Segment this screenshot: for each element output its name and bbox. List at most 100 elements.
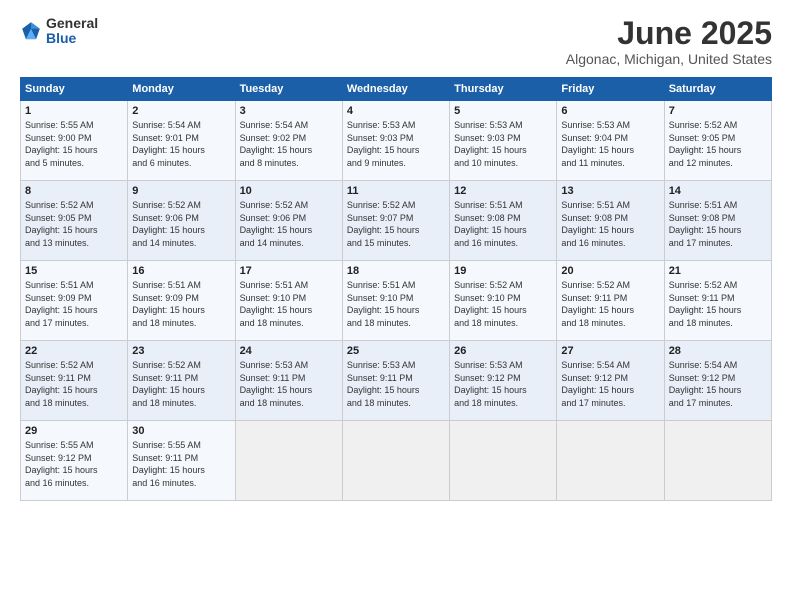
day-info: Sunrise: 5:55 AM Sunset: 9:11 PM Dayligh… [132, 439, 230, 489]
calendar-cell: 6Sunrise: 5:53 AM Sunset: 9:04 PM Daylig… [557, 101, 664, 181]
day-info: Sunrise: 5:51 AM Sunset: 9:08 PM Dayligh… [454, 199, 552, 249]
main-title: June 2025 [566, 16, 772, 51]
calendar-cell: 7 Sunrise: 5:52 AM Sunset: 9:05 PM Daylig… [664, 101, 771, 181]
day-number: 15 [25, 265, 123, 277]
calendar-cell: 22 Sunrise: 5:52 AM Sunset: 9:11 PM Dayli… [21, 341, 128, 421]
day-info: Sunrise: 5:52 AM Sunset: 9:10 PM Dayligh… [454, 279, 552, 329]
calendar-cell: 1Sunrise: 5:55 AM Sunset: 9:00 PM Daylig… [21, 101, 128, 181]
weekday-header: Wednesday [342, 78, 449, 101]
logo: General Blue [20, 16, 98, 47]
calendar-cell [342, 421, 449, 501]
logo-general: General [46, 16, 98, 31]
logo-icon [20, 20, 42, 42]
calendar-week-row: 1Sunrise: 5:55 AM Sunset: 9:00 PM Daylig… [21, 101, 772, 181]
day-info: Sunrise: 5:52 AM Sunset: 9:05 PM Dayligh… [25, 199, 123, 249]
calendar-cell: 10 Sunrise: 5:52 AM Sunset: 9:06 PM Dayli… [235, 181, 342, 261]
day-info: Sunrise: 5:53 AM Sunset: 9:04 PM Dayligh… [561, 119, 659, 169]
calendar-week-row: 8 Sunrise: 5:52 AM Sunset: 9:05 PM Daylig… [21, 181, 772, 261]
day-info: Sunrise: 5:53 AM Sunset: 9:11 PM Dayligh… [240, 359, 338, 409]
page: General Blue June 2025 Algonac, Michigan… [0, 0, 792, 612]
calendar-cell: 4 Sunrise: 5:53 AM Sunset: 9:03 PM Daylig… [342, 101, 449, 181]
day-info: Sunrise: 5:54 AM Sunset: 9:12 PM Dayligh… [561, 359, 659, 409]
calendar-cell [235, 421, 342, 501]
day-info: Sunrise: 5:52 AM Sunset: 9:07 PM Dayligh… [347, 199, 445, 249]
day-number: 26 [454, 345, 552, 357]
calendar-cell: 5Sunrise: 5:53 AM Sunset: 9:03 PM Daylig… [450, 101, 557, 181]
day-number: 28 [669, 345, 767, 357]
day-info: Sunrise: 5:54 AM Sunset: 9:01 PM Dayligh… [132, 119, 230, 169]
title-block: June 2025 Algonac, Michigan, United Stat… [566, 16, 772, 67]
day-info: Sunrise: 5:55 AM Sunset: 9:12 PM Dayligh… [25, 439, 123, 489]
calendar-header-row: SundayMondayTuesdayWednesdayThursdayFrid… [21, 78, 772, 101]
calendar-cell: 9Sunrise: 5:52 AM Sunset: 9:06 PM Daylig… [128, 181, 235, 261]
day-info: Sunrise: 5:53 AM Sunset: 9:11 PM Dayligh… [347, 359, 445, 409]
day-number: 30 [132, 425, 230, 437]
day-number: 4 [347, 105, 445, 117]
day-info: Sunrise: 5:52 AM Sunset: 9:06 PM Dayligh… [132, 199, 230, 249]
day-info: Sunrise: 5:52 AM Sunset: 9:11 PM Dayligh… [561, 279, 659, 329]
logo-text: General Blue [46, 16, 98, 47]
day-info: Sunrise: 5:52 AM Sunset: 9:11 PM Dayligh… [25, 359, 123, 409]
weekday-header: Monday [128, 78, 235, 101]
day-number: 20 [561, 265, 659, 277]
day-number: 24 [240, 345, 338, 357]
day-info: Sunrise: 5:51 AM Sunset: 9:08 PM Dayligh… [669, 199, 767, 249]
calendar-table: SundayMondayTuesdayWednesdayThursdayFrid… [20, 77, 772, 501]
weekday-header: Sunday [21, 78, 128, 101]
day-number: 22 [25, 345, 123, 357]
calendar-cell: 30 Sunrise: 5:55 AM Sunset: 9:11 PM Dayli… [128, 421, 235, 501]
calendar-cell: 2Sunrise: 5:54 AM Sunset: 9:01 PM Daylig… [128, 101, 235, 181]
subtitle: Algonac, Michigan, United States [566, 51, 772, 67]
day-number: 19 [454, 265, 552, 277]
calendar-cell: 12 Sunrise: 5:51 AM Sunset: 9:08 PM Dayli… [450, 181, 557, 261]
calendar-cell: 25 Sunrise: 5:53 AM Sunset: 9:11 PM Dayli… [342, 341, 449, 421]
day-number: 21 [669, 265, 767, 277]
calendar-cell: 13 Sunrise: 5:51 AM Sunset: 9:08 PM Dayli… [557, 181, 664, 261]
day-info: Sunrise: 5:55 AM Sunset: 9:00 PM Dayligh… [25, 119, 123, 169]
calendar-week-row: 22 Sunrise: 5:52 AM Sunset: 9:11 PM Dayli… [21, 341, 772, 421]
day-info: Sunrise: 5:52 AM Sunset: 9:11 PM Dayligh… [669, 279, 767, 329]
weekday-header: Thursday [450, 78, 557, 101]
calendar-cell [450, 421, 557, 501]
calendar-cell: 23 Sunrise: 5:52 AM Sunset: 9:11 PM Dayli… [128, 341, 235, 421]
day-info: Sunrise: 5:52 AM Sunset: 9:05 PM Dayligh… [669, 119, 767, 169]
calendar-cell: 15 Sunrise: 5:51 AM Sunset: 9:09 PM Dayli… [21, 261, 128, 341]
day-info: Sunrise: 5:53 AM Sunset: 9:03 PM Dayligh… [454, 119, 552, 169]
day-number: 12 [454, 185, 552, 197]
weekday-header: Saturday [664, 78, 771, 101]
day-number: 8 [25, 185, 123, 197]
day-info: Sunrise: 5:54 AM Sunset: 9:02 PM Dayligh… [240, 119, 338, 169]
day-number: 17 [240, 265, 338, 277]
day-number: 11 [347, 185, 445, 197]
day-info: Sunrise: 5:53 AM Sunset: 9:03 PM Dayligh… [347, 119, 445, 169]
header: General Blue June 2025 Algonac, Michigan… [20, 16, 772, 67]
day-number: 23 [132, 345, 230, 357]
calendar-cell: 18Sunrise: 5:51 AM Sunset: 9:10 PM Dayli… [342, 261, 449, 341]
day-info: Sunrise: 5:51 AM Sunset: 9:09 PM Dayligh… [132, 279, 230, 329]
calendar-cell: 21 Sunrise: 5:52 AM Sunset: 9:11 PM Dayli… [664, 261, 771, 341]
day-info: Sunrise: 5:52 AM Sunset: 9:06 PM Dayligh… [240, 199, 338, 249]
calendar-cell: 14Sunrise: 5:51 AM Sunset: 9:08 PM Dayli… [664, 181, 771, 261]
calendar-cell: 26 Sunrise: 5:53 AM Sunset: 9:12 PM Dayli… [450, 341, 557, 421]
day-info: Sunrise: 5:52 AM Sunset: 9:11 PM Dayligh… [132, 359, 230, 409]
calendar-cell: 3 Sunrise: 5:54 AM Sunset: 9:02 PM Daylig… [235, 101, 342, 181]
calendar-cell: 8 Sunrise: 5:52 AM Sunset: 9:05 PM Daylig… [21, 181, 128, 261]
calendar-cell: 19 Sunrise: 5:52 AM Sunset: 9:10 PM Dayli… [450, 261, 557, 341]
calendar-cell: 27Sunrise: 5:54 AM Sunset: 9:12 PM Dayli… [557, 341, 664, 421]
day-info: Sunrise: 5:51 AM Sunset: 9:10 PM Dayligh… [347, 279, 445, 329]
calendar-cell: 17 Sunrise: 5:51 AM Sunset: 9:10 PM Dayli… [235, 261, 342, 341]
day-info: Sunrise: 5:51 AM Sunset: 9:08 PM Dayligh… [561, 199, 659, 249]
day-number: 10 [240, 185, 338, 197]
day-number: 29 [25, 425, 123, 437]
day-info: Sunrise: 5:53 AM Sunset: 9:12 PM Dayligh… [454, 359, 552, 409]
day-number: 25 [347, 345, 445, 357]
day-info: Sunrise: 5:51 AM Sunset: 9:10 PM Dayligh… [240, 279, 338, 329]
day-info: Sunrise: 5:51 AM Sunset: 9:09 PM Dayligh… [25, 279, 123, 329]
weekday-header: Tuesday [235, 78, 342, 101]
day-number: 7 [669, 105, 767, 117]
day-info: Sunrise: 5:54 AM Sunset: 9:12 PM Dayligh… [669, 359, 767, 409]
day-number: 3 [240, 105, 338, 117]
calendar-cell [557, 421, 664, 501]
weekday-header: Friday [557, 78, 664, 101]
day-number: 13 [561, 185, 659, 197]
